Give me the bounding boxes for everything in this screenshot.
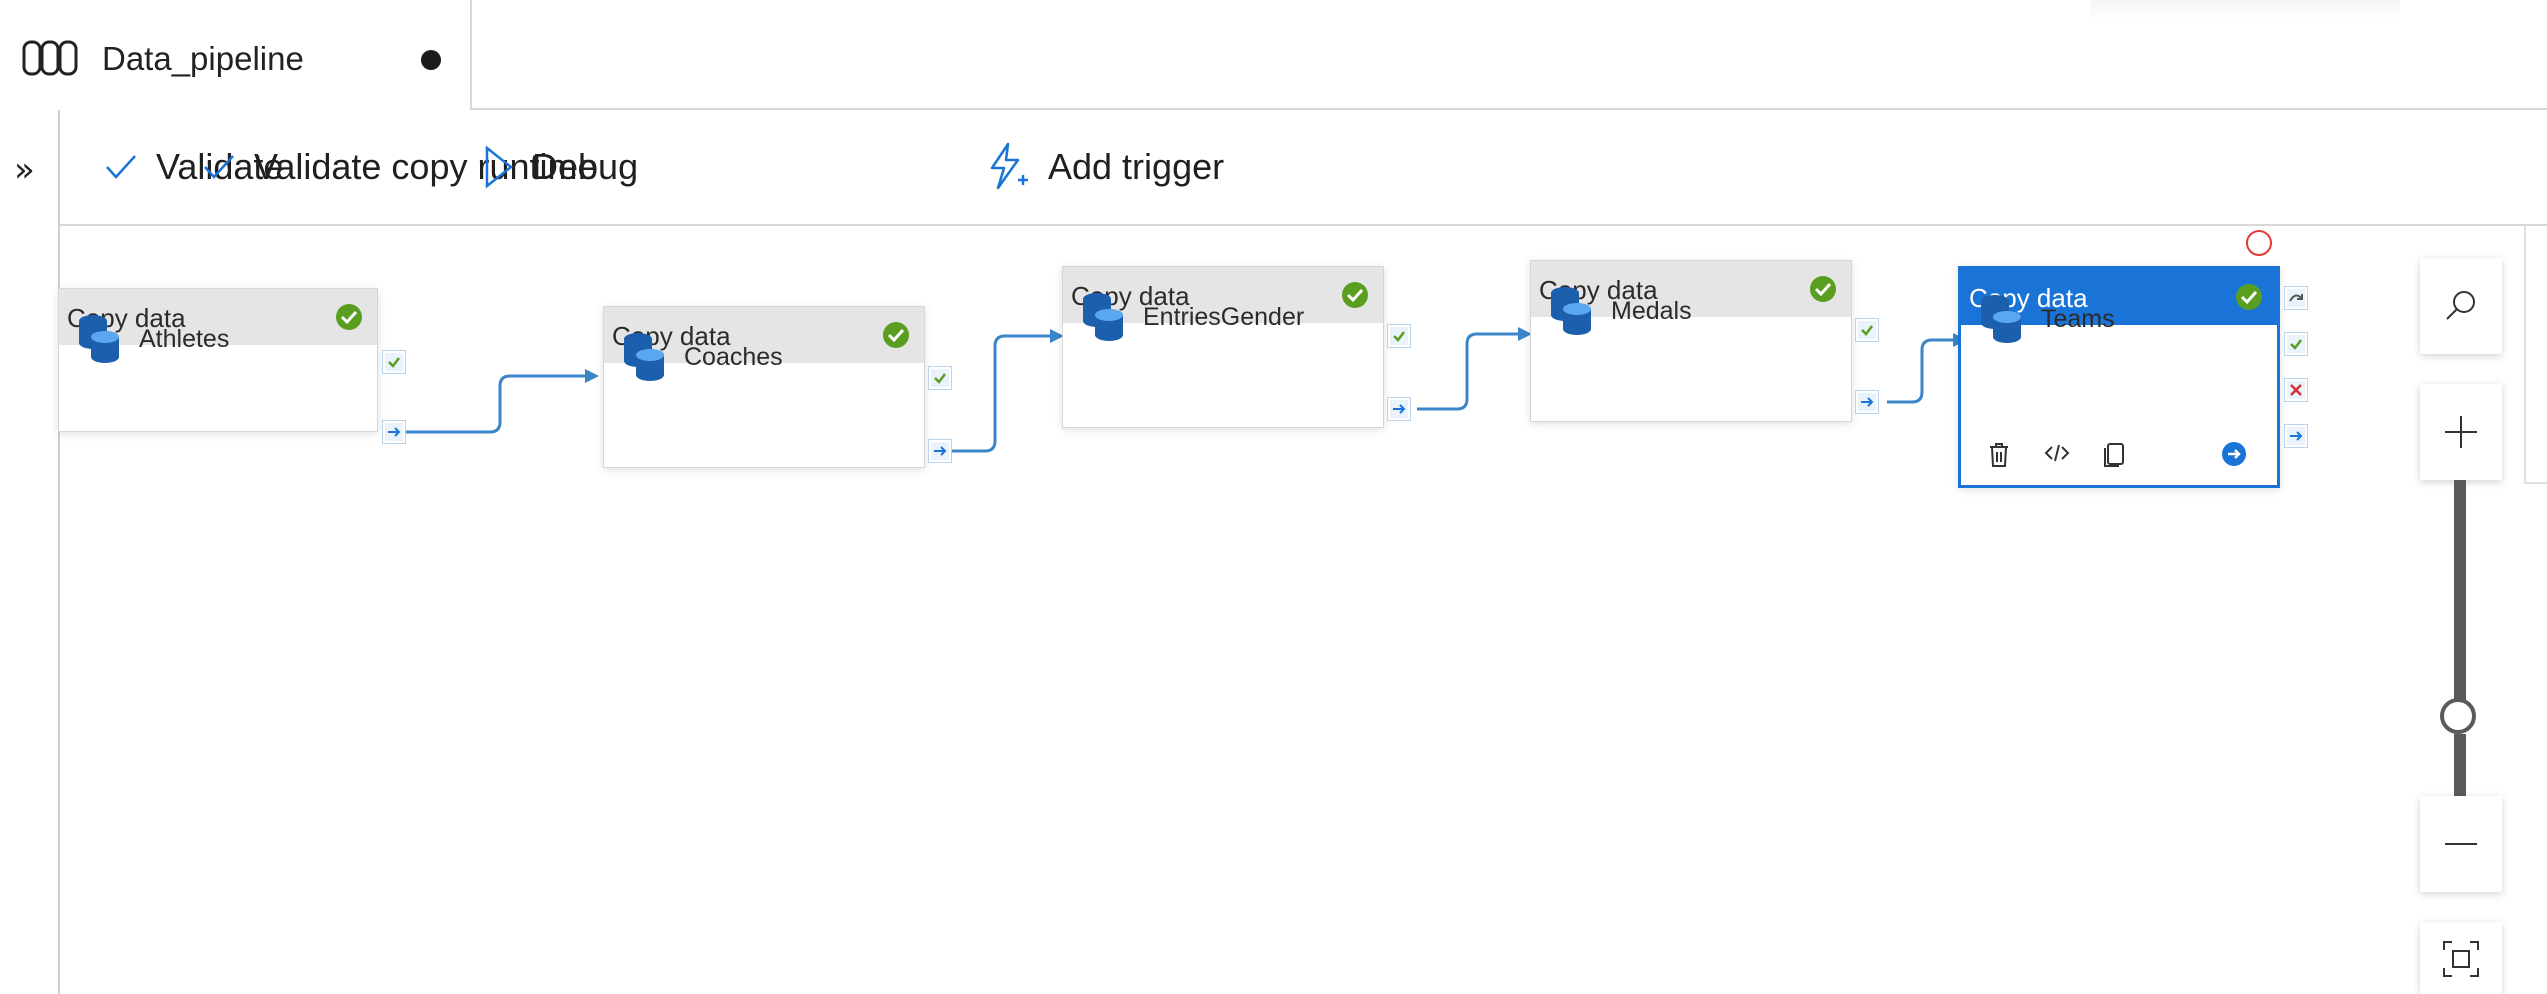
success-port[interactable] — [1387, 324, 1411, 348]
pipeline-icon — [22, 36, 78, 82]
check-icon — [385, 353, 403, 371]
pipeline-canvas[interactable]: Copy data Athletes Copy data Coaches Cop… — [58, 226, 2547, 994]
arrow-right-icon — [1858, 393, 1876, 411]
success-check-icon — [883, 322, 909, 348]
activity-name: EntriesGender — [1143, 303, 1305, 331]
database-icon — [79, 315, 119, 363]
arrow-right-icon — [385, 423, 403, 441]
completion-port[interactable] — [928, 439, 952, 463]
x-icon — [2287, 381, 2305, 399]
zoom-out-icon — [2445, 843, 2477, 845]
failure-port[interactable] — [2284, 378, 2308, 402]
lightning-icon — [990, 142, 1028, 190]
completion-port[interactable] — [382, 420, 406, 444]
success-port[interactable] — [382, 350, 406, 374]
tab-bar: Data_pipeline — [0, 0, 2547, 110]
completion-port[interactable] — [1855, 390, 1879, 414]
success-port[interactable] — [2284, 332, 2308, 356]
search-icon — [2446, 291, 2475, 320]
success-port[interactable] — [928, 366, 952, 390]
activity-action-bar — [1961, 433, 2277, 477]
activity-coaches[interactable]: Copy data Coaches — [603, 306, 925, 468]
cursor-ring-indicator — [2246, 230, 2272, 256]
add-trigger-label: Add trigger — [1048, 146, 1225, 187]
activity-teams[interactable]: Copy data Teams — [1958, 266, 2280, 488]
left-rail: » — [0, 110, 60, 994]
zoom-slider-handle[interactable] — [2440, 698, 2476, 734]
success-check-icon — [336, 304, 362, 330]
success-check-icon — [2236, 284, 2262, 310]
check-icon — [106, 155, 136, 179]
search-button[interactable] — [2420, 258, 2502, 354]
success-port[interactable] — [1855, 318, 1879, 342]
check-icon — [931, 369, 949, 387]
check-icon — [204, 155, 234, 179]
skip-arrow-icon — [2287, 289, 2305, 307]
copy-icon[interactable] — [2101, 441, 2127, 474]
properties-panel-edge — [2524, 226, 2526, 482]
properties-panel-edge-bottom — [2524, 482, 2547, 484]
tab-title: Data_pipeline — [102, 40, 304, 77]
database-icon — [1551, 287, 1591, 335]
unsaved-indicator — [421, 50, 441, 70]
arrow-right-icon — [931, 442, 949, 460]
go-icon[interactable] — [2221, 441, 2247, 472]
activity-medals[interactable]: Copy data Medals — [1530, 260, 1852, 422]
database-icon — [624, 333, 664, 381]
check-icon — [2287, 335, 2305, 353]
delete-icon[interactable] — [1987, 441, 2011, 474]
zoom-slider-track-lower — [2454, 734, 2466, 796]
debug-button[interactable]: Debug — [484, 142, 638, 192]
arrow-right-icon — [2287, 427, 2305, 445]
zoom-in-button[interactable] — [2420, 384, 2502, 480]
check-icon — [1858, 321, 1876, 339]
activity-athletes[interactable]: Copy data Athletes — [58, 288, 378, 432]
completion-port[interactable] — [1387, 397, 1411, 421]
tab-data-pipeline[interactable]: Data_pipeline — [0, 0, 472, 110]
activity-name: Medals — [1611, 297, 1692, 325]
arrow-right-icon — [1390, 400, 1408, 418]
completion-port[interactable] — [2284, 424, 2308, 448]
database-icon — [1981, 295, 2021, 343]
debug-label: Debug — [532, 146, 639, 187]
play-icon — [485, 145, 514, 189]
code-icon[interactable] — [2043, 441, 2071, 470]
database-icon — [1083, 293, 1123, 341]
zoom-in-icon — [2445, 416, 2477, 448]
check-icon — [1390, 327, 1408, 345]
pipeline-toolbar: Validate Validate copy runtime Debug Add… — [60, 110, 2547, 226]
activity-name: Teams — [2041, 305, 2115, 333]
activity-name: Athletes — [139, 325, 230, 353]
zoom-slider-track[interactable] — [2454, 480, 2466, 716]
double-chevron-right-icon[interactable]: » — [14, 150, 35, 190]
activity-entriesgender[interactable]: Copy data EntriesGender — [1062, 266, 1384, 428]
fit-to-screen-button[interactable] — [2420, 922, 2502, 994]
search-bar-edge — [2090, 0, 2400, 20]
zoom-out-button[interactable] — [2420, 796, 2502, 892]
success-check-icon — [1810, 276, 1836, 302]
activity-name: Coaches — [684, 343, 783, 371]
skip-port[interactable] — [2284, 286, 2308, 310]
add-trigger-button[interactable]: Add trigger — [986, 142, 1224, 192]
fit-to-screen-icon — [2443, 941, 2479, 977]
success-check-icon — [1342, 282, 1368, 308]
